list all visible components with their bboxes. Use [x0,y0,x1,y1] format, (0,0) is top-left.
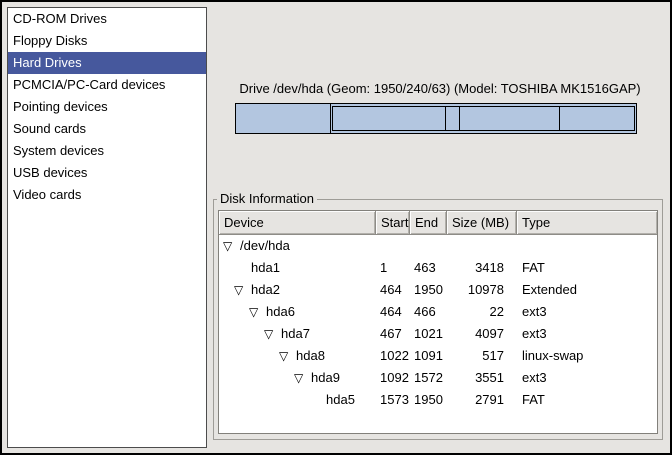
cell-device: hda5 [219,389,376,411]
expander-icon[interactable]: ▽ [249,301,265,323]
cell-type: FAT [517,389,657,411]
table-row-hda8[interactable]: ▽hda810221091517linux-swap [219,345,657,367]
cell-type: ext3 [517,323,657,345]
partition-segment-hda1 [236,104,331,133]
cell-start: 1022 [376,345,410,367]
cell-end: 1091 [410,345,447,367]
table-row-hda5[interactable]: hda5 157319502791FAT [219,389,657,411]
cell-device: ▽hda9 [219,367,376,389]
disk-information-table: Device Start End Size (MB) Type ▽/dev/hd… [218,210,658,434]
device-name: hda2 [251,279,280,301]
sidebar-item-pcmcia-pc-card-devices[interactable]: PCMCIA/PC-Card devices [8,74,206,96]
cell-type: FAT [517,257,657,279]
cell-end: 463 [410,257,447,279]
cell-end: 1950 [410,279,447,301]
device-name: hda9 [311,367,340,389]
cell-size: 22 [447,301,517,323]
cell-end: 466 [410,301,447,323]
cell-type: ext3 [517,301,657,323]
drive-title: Drive /dev/hda (Geom: 1950/240/63) (Mode… [213,81,667,96]
cell-end: 1021 [410,323,447,345]
sidebar-item-floppy-disks[interactable]: Floppy Disks [8,30,206,52]
partition-divider-1 [445,107,446,130]
partition-segment-hda2-extended [332,106,635,131]
cell-size: 517 [447,345,517,367]
table-row-dev-hda[interactable]: ▽/dev/hda [219,235,657,257]
partition-bar [235,103,637,134]
sidebar-item-video-cards[interactable]: Video cards [8,184,206,206]
column-header-end[interactable]: End [410,211,447,235]
sidebar-item-hard-drives[interactable]: Hard Drives [8,52,206,74]
cell-device: ▽hda7 [219,323,376,345]
cell-device: ▽hda6 [219,301,376,323]
device-category-list: CD-ROM DrivesFloppy DisksHard DrivesPCMC… [7,7,207,448]
sidebar-item-system-devices[interactable]: System devices [8,140,206,162]
cell-device: ▽hda2 [219,279,376,301]
cell-start [376,235,410,257]
table-row-hda7[interactable]: ▽hda746710214097ext3 [219,323,657,345]
cell-start: 467 [376,323,410,345]
partition-divider-2 [459,107,460,130]
expander-icon[interactable]: ▽ [264,323,280,345]
disk-information-legend: Disk Information [217,191,317,207]
expander-icon[interactable]: ▽ [294,367,310,389]
cell-device: ▽/dev/hda [219,235,376,257]
cell-device: ▽hda8 [219,345,376,367]
cell-end [410,235,447,257]
column-header-start[interactable]: Start [376,211,410,235]
hardware-browser-window: { "colors": { "window_bg": "#e6e4e1", "s… [0,0,672,455]
sidebar-item-cd-rom-drives[interactable]: CD-ROM Drives [8,8,206,30]
cell-size: 10978 [447,279,517,301]
sidebar-item-pointing-devices[interactable]: Pointing devices [8,96,206,118]
device-name: hda8 [296,345,325,367]
cell-type: Extended [517,279,657,301]
device-name: hda6 [266,301,295,323]
cell-size: 3551 [447,367,517,389]
cell-device: hda1 [219,257,376,279]
sidebar-item-sound-cards[interactable]: Sound cards [8,118,206,140]
column-header-size[interactable]: Size (MB) [447,211,517,235]
table-row-hda2[interactable]: ▽hda2464195010978Extended [219,279,657,301]
expander-icon[interactable]: ▽ [223,235,239,257]
cell-start: 464 [376,301,410,323]
sidebar-item-usb-devices[interactable]: USB devices [8,162,206,184]
device-name: hda5 [326,389,355,411]
table-row-hda6[interactable]: ▽hda646446622ext3 [219,301,657,323]
cell-size: 2791 [447,389,517,411]
disk-information-frame: Disk Information Device Start End Size (… [213,199,663,440]
cell-type: ext3 [517,367,657,389]
cell-end: 1572 [410,367,447,389]
cell-type: linux-swap [517,345,657,367]
cell-type [517,235,657,257]
table-row-hda1[interactable]: hda1 14633418FAT [219,257,657,279]
table-row-hda9[interactable]: ▽hda9109215723551ext3 [219,367,657,389]
device-name: hda1 [251,257,280,279]
table-header-row: Device Start End Size (MB) Type [219,211,657,235]
cell-end: 1950 [410,389,447,411]
column-header-type[interactable]: Type [517,211,657,235]
partition-divider-3 [559,107,560,130]
cell-start: 1092 [376,367,410,389]
cell-start: 1573 [376,389,410,411]
cell-start: 464 [376,279,410,301]
table-body: ▽/dev/hdahda114633418FAT▽hda246419501097… [219,235,657,411]
column-header-device[interactable]: Device [219,211,376,235]
expander-icon[interactable]: ▽ [279,345,295,367]
device-name: hda7 [281,323,310,345]
cell-size: 3418 [447,257,517,279]
device-name: /dev/hda [240,235,290,257]
cell-size [447,235,517,257]
cell-start: 1 [376,257,410,279]
cell-size: 4097 [447,323,517,345]
expander-icon[interactable]: ▽ [234,279,250,301]
